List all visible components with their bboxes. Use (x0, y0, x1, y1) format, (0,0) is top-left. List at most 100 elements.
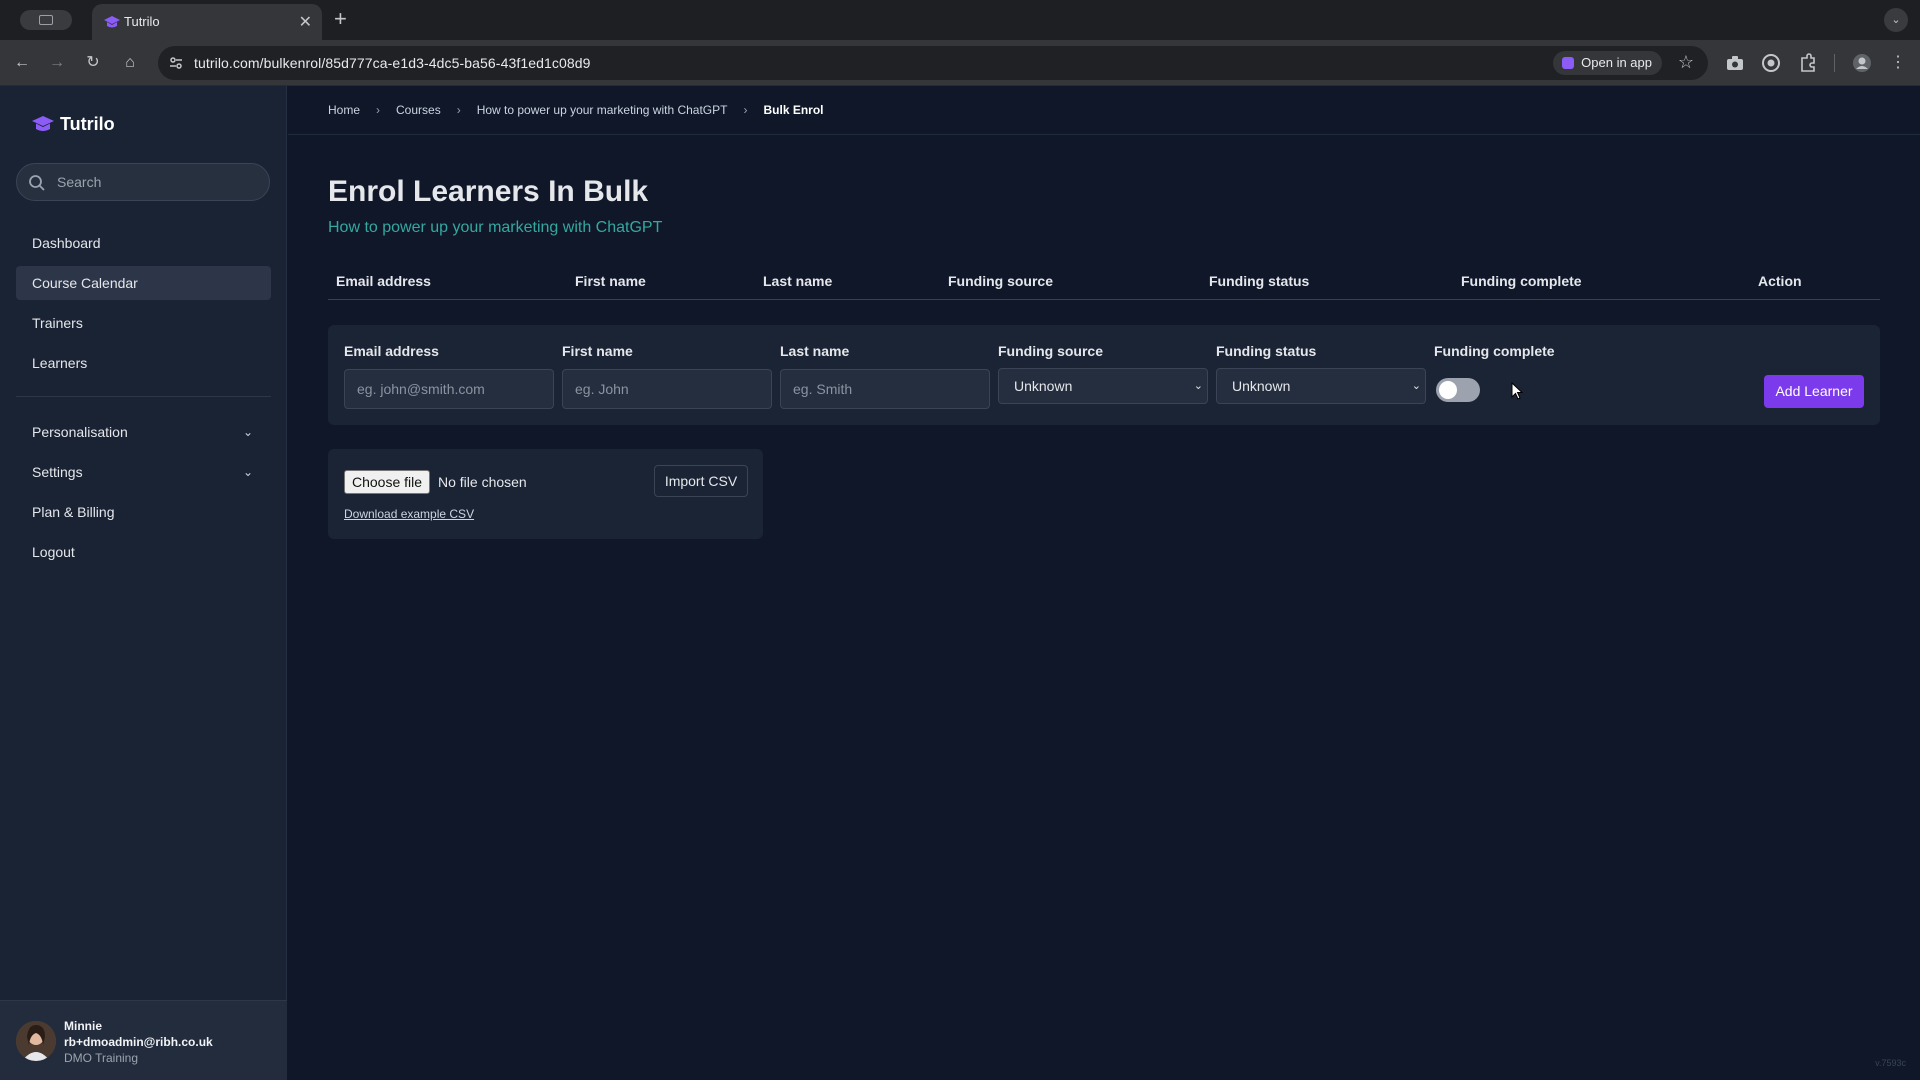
sidebar-item-learners[interactable]: Learners (16, 346, 271, 380)
tab-title: Tutrilo (124, 14, 160, 29)
first-name-field[interactable] (562, 369, 772, 409)
account-icon[interactable] (1851, 52, 1873, 74)
add-learner-button[interactable]: Add Learner (1764, 375, 1864, 408)
add-learner-form: Email address First name Last name Fundi… (328, 325, 1880, 425)
funding-complete-toggle[interactable] (1436, 378, 1480, 402)
open-in-app-button[interactable]: Open in app (1553, 51, 1662, 75)
toggle-knob (1439, 381, 1457, 399)
sidebar-item-course-calendar[interactable]: Course Calendar (16, 266, 271, 300)
avatar (16, 1021, 56, 1061)
funding-status-select[interactable]: Unknown ⌄ (1216, 368, 1426, 404)
breadcrumb-home[interactable]: Home (328, 103, 360, 117)
user-profile[interactable]: Minnie rb+dmoadmin@ribh.co.uk DMO Traini… (0, 1000, 287, 1080)
open-in-app-label: Open in app (1581, 55, 1652, 70)
search-input[interactable] (57, 164, 257, 200)
brand-logo[interactable]: Tutrilo (32, 112, 115, 136)
star-icon[interactable]: ☆ (1678, 52, 1694, 73)
column-header-last-name: Last name (763, 273, 833, 289)
email-field[interactable] (344, 369, 554, 409)
page-title: Enrol Learners In Bulk (328, 175, 649, 208)
learners-table-header: Email address First name Last name Fundi… (328, 262, 1880, 300)
forward-icon[interactable]: → (46, 52, 68, 74)
address-bar[interactable]: tutrilo.com/bulkenrol/85d777ca-e1d3-4dc5… (158, 46, 1708, 80)
browser-tab-bar: Tutrilo ✕ + ⌄ (0, 0, 1920, 40)
column-header-email: Email address (336, 273, 431, 289)
sidebar-item-label: Settings (32, 464, 83, 480)
breadcrumb-course[interactable]: How to power up your marketing with Chat… (477, 103, 728, 117)
reload-icon[interactable]: ↻ (82, 52, 104, 74)
funding-source-label: Funding source (998, 343, 1103, 359)
chevron-right-icon: › (376, 103, 381, 117)
page-subtitle: How to power up your marketing with Chat… (328, 219, 663, 236)
header-divider (288, 134, 1920, 135)
sidebar-item-dashboard[interactable]: Dashboard (16, 226, 271, 260)
sidebar-item-settings[interactable]: Settings ⌄ (16, 455, 271, 489)
email-label: Email address (344, 343, 439, 359)
sidebar-item-logout[interactable]: Logout (16, 535, 271, 569)
sidebar-item-label: Learners (32, 355, 88, 371)
user-name: Minnie (64, 1019, 102, 1033)
chevron-down-icon: ⌄ (242, 425, 253, 439)
sidebar-item-label: Trainers (32, 315, 83, 331)
site-settings-icon[interactable] (168, 55, 184, 71)
import-csv-button[interactable]: Import CSV (654, 465, 748, 497)
app-icon (1562, 57, 1575, 69)
sidebar-item-trainers[interactable]: Trainers (16, 306, 271, 340)
sidebar: Tutrilo Dashboard Course Calendar Traine… (0, 86, 287, 1080)
file-status: No file chosen (438, 474, 527, 490)
chevron-right-icon: › (743, 103, 748, 117)
chevron-down-icon: ⌄ (1193, 380, 1203, 392)
column-header-funding-status: Funding status (1209, 273, 1310, 289)
column-header-funding-complete: Funding complete (1461, 273, 1582, 289)
home-icon[interactable]: ⌂ (119, 52, 141, 74)
graduation-cap-icon (104, 16, 120, 28)
column-header-action: Action (1758, 273, 1802, 289)
tab-list-chevron-icon[interactable]: ⌄ (1884, 8, 1908, 32)
sidebar-item-personalisation[interactable]: Personalisation ⌄ (16, 415, 271, 449)
breadcrumb-courses[interactable]: Courses (396, 103, 441, 117)
breadcrumb: Home › Courses › How to power up your ma… (328, 103, 824, 117)
version-label: v.7593c (1875, 1058, 1906, 1068)
sidebar-item-label: Logout (32, 544, 75, 560)
search-icon (29, 175, 45, 191)
sidebar-item-plan-billing[interactable]: Plan & Billing (16, 495, 271, 529)
new-tab-button[interactable]: + (334, 6, 347, 32)
user-organisation: DMO Training (64, 1051, 139, 1065)
sidebar-item-label: Personalisation (32, 424, 128, 440)
column-header-first-name: First name (575, 273, 646, 289)
camera-icon[interactable] (1724, 52, 1746, 74)
sidebar-item-label: Plan & Billing (32, 504, 115, 520)
download-example-csv-link[interactable]: Download example CSV (344, 507, 474, 521)
first-name-label: First name (562, 343, 633, 359)
funding-status-label: Funding status (1216, 343, 1317, 359)
browser-toolbar: ← → ↻ ⌂ tutrilo.com/bulkenrol/85d777ca-e… (0, 40, 1920, 86)
extensions-icon[interactable] (1797, 52, 1819, 74)
url-text[interactable]: tutrilo.com/bulkenrol/85d777ca-e1d3-4dc5… (194, 55, 591, 71)
sidebar-item-label: Course Calendar (32, 275, 138, 291)
funding-source-value: Unknown (1014, 378, 1073, 394)
toolbar-divider (1834, 54, 1835, 72)
csv-import-panel: Choose file No file chosen Import CSV Do… (328, 449, 763, 539)
graduation-cap-icon (32, 116, 54, 131)
menu-icon[interactable]: ⋮ (1887, 52, 1909, 74)
chevron-down-icon: ⌄ (242, 465, 253, 479)
column-header-funding-source: Funding source (948, 273, 1053, 289)
search-box[interactable] (16, 163, 270, 201)
brand-name: Tutrilo (60, 113, 115, 134)
funding-complete-label: Funding complete (1434, 343, 1555, 359)
close-tab-icon[interactable]: ✕ (299, 12, 312, 32)
last-name-field[interactable] (780, 369, 990, 409)
chevron-right-icon: › (456, 103, 461, 117)
tab-search-icon[interactable] (20, 10, 72, 30)
funding-source-select[interactable]: Unknown ⌄ (998, 368, 1208, 404)
back-icon[interactable]: ← (11, 52, 33, 74)
funding-status-value: Unknown (1232, 378, 1291, 394)
user-email: rb+dmoadmin@ribh.co.uk (64, 1035, 213, 1049)
browser-tab[interactable]: Tutrilo ✕ (92, 4, 322, 40)
choose-file-button[interactable]: Choose file (344, 470, 431, 494)
sidebar-divider (16, 396, 271, 397)
chevron-down-icon: ⌄ (1411, 380, 1421, 392)
mouse-cursor-icon (1511, 382, 1523, 400)
sidebar-item-label: Dashboard (32, 235, 101, 251)
profile-circle-icon[interactable] (1760, 52, 1782, 74)
